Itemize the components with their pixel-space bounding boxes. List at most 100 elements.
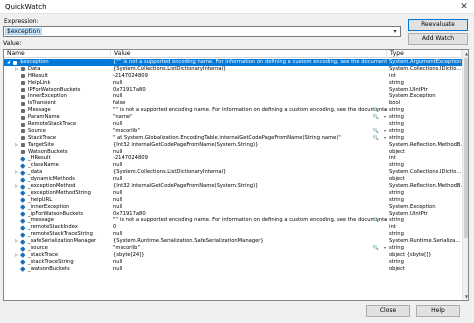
value-cell[interactable]: {Int32 internalGetCodePageFromName(Syste…: [111, 142, 387, 149]
value-cell[interactable]: -2147024809: [111, 155, 387, 162]
reevaluate-button[interactable]: Reevaluate: [408, 19, 468, 31]
table-row[interactable]: _className null string: [4, 162, 462, 169]
value-cell[interactable]: {sbyte[24]}: [111, 252, 387, 259]
table-row[interactable]: ▷ Data {System.Collections.ListDictionaryI…: [4, 66, 462, 73]
table-row[interactable]: _helpURL null string: [4, 197, 462, 204]
expand-arrow-icon[interactable]: ▷: [14, 142, 19, 149]
table-row[interactable]: ▷ _exceptionMethod {Int32 internalGetCodeP…: [4, 183, 462, 190]
expand-arrow-icon[interactable]: ▷: [14, 169, 19, 176]
value-cell[interactable]: false: [111, 100, 387, 107]
add-watch-button[interactable]: Add Watch: [408, 33, 468, 45]
value-cell[interactable]: 0x71917a80: [111, 211, 387, 218]
text-visualizer-icon[interactable]: 🔍: [373, 114, 379, 121]
close-button[interactable]: Close: [366, 305, 410, 317]
value-cell[interactable]: "mscorlib" 🔍 ▾: [111, 128, 387, 135]
column-header-type[interactable]: Type: [387, 50, 462, 58]
scroll-down-icon[interactable]: ▼: [463, 293, 468, 300]
table-row[interactable]: ◢ $exception {"'' is not a supported encod…: [4, 59, 462, 66]
table-row[interactable]: ▷ _stackTrace {sbyte[24]} object {sbyte[]}: [4, 252, 462, 259]
table-row[interactable]: HResult -2147024809 int: [4, 73, 462, 80]
text-visualizer-icon[interactable]: 🔍: [373, 128, 379, 135]
chevron-down-icon[interactable]: ▾: [384, 114, 386, 121]
table-row[interactable]: RemoteStackTrace null string: [4, 121, 462, 128]
value-cell[interactable]: "mscorlib" 🔍 ▾: [111, 245, 387, 252]
value-cell[interactable]: null: [111, 80, 387, 87]
text-visualizer-icon[interactable]: 🔍: [373, 245, 379, 252]
table-row[interactable]: InnerException null System.Exception: [4, 93, 462, 100]
value-cell[interactable]: "'' is not a supported encoding name. Fo…: [111, 107, 387, 114]
column-header-name[interactable]: Name: [4, 50, 111, 58]
table-row[interactable]: _ipForWatsonBuckets 0x71917a80 System.UInt…: [4, 211, 462, 218]
chevron-down-icon[interactable]: ▾: [384, 217, 386, 224]
row-value: null: [113, 176, 123, 183]
table-row[interactable]: _HResult -2147024809 int: [4, 155, 462, 162]
vertical-scrollbar[interactable]: ▲ ▼: [462, 50, 468, 300]
value-cell[interactable]: -2147024809: [111, 73, 387, 80]
close-icon[interactable]: ✕: [458, 1, 470, 13]
value-cell[interactable]: "'' is not a supported encoding name. Fo…: [111, 217, 387, 224]
value-cell[interactable]: null: [111, 149, 387, 156]
value-cell[interactable]: null: [111, 259, 387, 266]
value-cell[interactable]: null: [111, 190, 387, 197]
field-icon: [20, 266, 26, 272]
table-row[interactable]: _watsonBuckets null object: [4, 266, 462, 273]
row-name: _watsonBuckets: [28, 265, 70, 272]
expression-value[interactable]: $exception: [5, 28, 43, 35]
table-row[interactable]: ▷ _data {System.Collections.ListDictionary…: [4, 169, 462, 176]
table-row[interactable]: IPForWatsonBuckets 0x71917a80 System.UIntP…: [4, 87, 462, 94]
table-row[interactable]: _remoteStackTraceString null string: [4, 231, 462, 238]
chevron-down-icon[interactable]: ▾: [384, 245, 386, 252]
expand-arrow-icon[interactable]: ▷: [14, 66, 19, 73]
chevron-down-icon[interactable]: ▾: [384, 128, 386, 135]
table-row[interactable]: ParamName "name" 🔍 ▾ string: [4, 114, 462, 121]
value-cell[interactable]: null: [111, 93, 387, 100]
scroll-thumb[interactable]: [464, 58, 468, 238]
table-row[interactable]: _remoteStackIndex 0 int: [4, 224, 462, 231]
expand-arrow-icon[interactable]: ▷: [14, 183, 19, 190]
help-button[interactable]: Help: [416, 305, 460, 317]
chevron-down-icon[interactable]: ▾: [384, 135, 386, 142]
table-row[interactable]: _exceptionMethodString null string: [4, 190, 462, 197]
table-row[interactable]: _dynamicMethods null object: [4, 176, 462, 183]
table-row[interactable]: _source "mscorlib" 🔍 ▾ string: [4, 245, 462, 252]
column-header-value[interactable]: Value: [111, 50, 387, 58]
value-cell[interactable]: null: [111, 176, 387, 183]
value-cell[interactable]: " at System.Globalization.EncodingTable.…: [111, 135, 387, 142]
scroll-up-icon[interactable]: ▲: [463, 50, 468, 57]
chevron-down-icon[interactable]: ▾: [391, 27, 399, 36]
table-row[interactable]: StackTrace " at System.Globalization.Enco…: [4, 135, 462, 142]
value-cell[interactable]: null: [111, 121, 387, 128]
expression-input[interactable]: $exception ▾: [3, 26, 401, 37]
table-row[interactable]: ▷ _safeSerializationManager {System.Runtim…: [4, 238, 462, 245]
table-row[interactable]: _stackTraceString null string: [4, 259, 462, 266]
value-cell[interactable]: null: [111, 197, 387, 204]
chevron-down-icon[interactable]: ▾: [384, 107, 386, 114]
table-row[interactable]: Message "'' is not a supported encoding n…: [4, 107, 462, 114]
expand-arrow-icon[interactable]: ▷: [14, 238, 19, 245]
value-cell[interactable]: null: [111, 266, 387, 273]
value-cell[interactable]: null: [111, 231, 387, 238]
table-row[interactable]: WatsonBuckets null object: [4, 149, 462, 156]
value-cell[interactable]: {System.Collections.ListDictionaryIntern…: [111, 66, 387, 73]
value-cell[interactable]: 0x71917a80: [111, 87, 387, 94]
table-row[interactable]: IsTransient false bool: [4, 100, 462, 107]
value-cell[interactable]: {System.Runtime.Serialization.SafeSerial…: [111, 238, 387, 245]
value-cell[interactable]: 0: [111, 224, 387, 231]
field-icon: [20, 232, 26, 237]
table-row[interactable]: _innerException null System.Exception: [4, 204, 462, 211]
table-row[interactable]: Source "mscorlib" 🔍 ▾ string: [4, 128, 462, 135]
text-visualizer-icon[interactable]: 🔍: [373, 135, 379, 142]
value-cell[interactable]: "name" 🔍 ▾: [111, 114, 387, 121]
expand-arrow-icon[interactable]: ▷: [14, 252, 19, 259]
value-cell[interactable]: {System.Collections.ListDictionaryIntern…: [111, 169, 387, 176]
text-visualizer-icon[interactable]: 🔍: [373, 217, 379, 224]
value-cell[interactable]: {"'' is not a supported encoding name. F…: [111, 59, 387, 66]
text-visualizer-icon[interactable]: 🔍: [373, 107, 379, 114]
value-cell[interactable]: {Int32 internalGetCodePageFromName(Syste…: [111, 183, 387, 190]
table-row[interactable]: _message "'' is not a supported encoding …: [4, 217, 462, 224]
collapse-arrow-icon[interactable]: ◢: [6, 59, 11, 66]
table-row[interactable]: HelpLink null string: [4, 80, 462, 87]
value-cell[interactable]: null: [111, 162, 387, 169]
table-row[interactable]: ▷ TargetSite {Int32 internalGetCodePageFro…: [4, 142, 462, 149]
value-cell[interactable]: null: [111, 204, 387, 211]
